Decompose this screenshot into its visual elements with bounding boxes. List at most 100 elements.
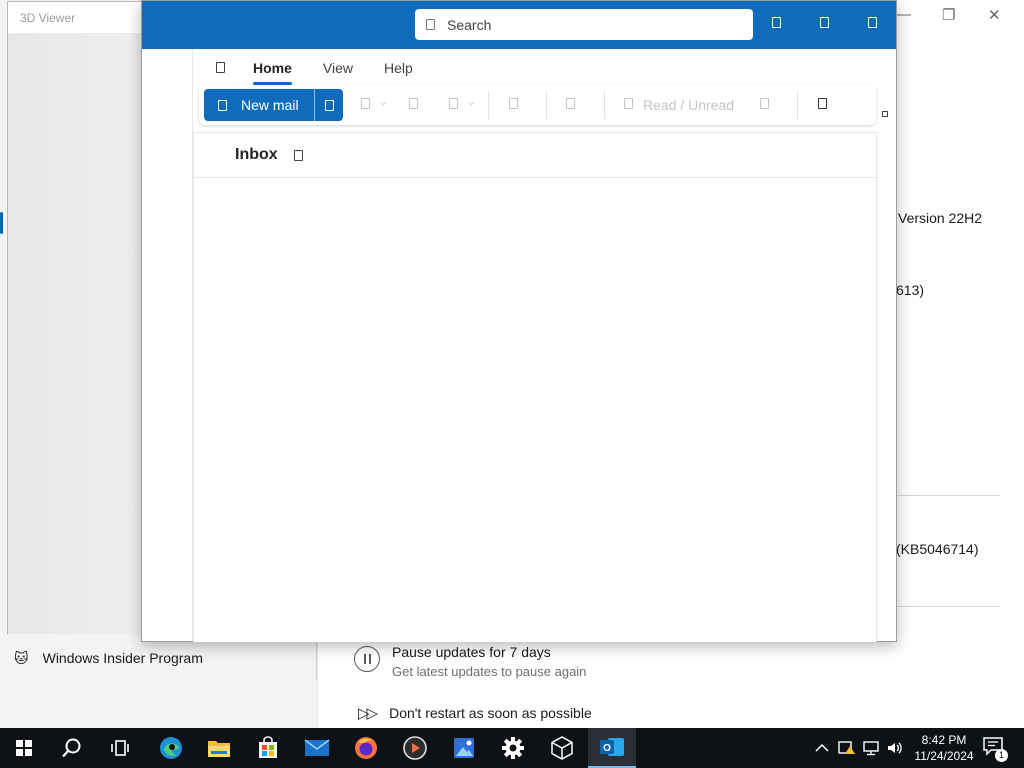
new-mail-button[interactable]: New mail (204, 89, 343, 121)
media-player-icon (403, 736, 427, 760)
clock-date: 11/24/2024 (914, 749, 974, 763)
nav-selection-indicator (0, 212, 3, 234)
search-input[interactable]: Search (415, 9, 753, 40)
window-title: 3D Viewer (8, 2, 151, 34)
task-view-button[interactable] (96, 728, 144, 768)
fast-forward-icon: ▷▷ (358, 705, 378, 722)
3d-viewer-icon (551, 736, 573, 760)
read-unread-button[interactable]: Read / Unread (643, 97, 734, 113)
security-warning-icon (838, 741, 855, 754)
restart-option-title: Don't restart as soon as possible (389, 705, 592, 721)
taskbar-3d-viewer[interactable] (538, 728, 586, 768)
taskbar-paint[interactable] (440, 728, 488, 768)
divider (896, 495, 1000, 496)
svg-text:O: O (603, 743, 611, 754)
taskbar: O 8:42 PM 11/24/2024 1 (0, 728, 1024, 768)
restart-option[interactable]: ▷▷ Don't restart as soon as possible (358, 704, 592, 722)
folder-title: Inbox (235, 146, 278, 163)
file-explorer-icon (208, 741, 230, 757)
outlook-titlebar: Search (142, 1, 896, 49)
pause-icon (354, 646, 380, 672)
notification-center-button[interactable]: 1 (982, 736, 1008, 762)
sidebar-item-label: Windows Insider Program (42, 650, 203, 666)
show-hidden-icons[interactable] (815, 728, 829, 768)
taskbar-store[interactable] (244, 728, 292, 768)
tab-home[interactable]: Home (253, 58, 292, 85)
pane-divider (316, 640, 317, 680)
pause-updates-subtitle: Get latest updates to pause again (392, 664, 587, 679)
3d-viewer-window[interactable]: 3D Viewer (7, 1, 152, 634)
search-placeholder: Search (447, 16, 492, 33)
pause-updates-option[interactable]: Pause updates for 7 days Get latest upda… (354, 644, 586, 679)
divider (896, 606, 1000, 607)
chevron-down-icon[interactable]: ⌄ (379, 95, 388, 108)
close-icon[interactable] (868, 17, 877, 28)
mail-icon (304, 739, 330, 756)
edge-icon (160, 737, 182, 759)
search-icon (62, 738, 81, 758)
settings-icon (502, 737, 524, 759)
compose-icon (218, 99, 227, 111)
ribbon-overflow-icon[interactable] (882, 111, 888, 117)
taskbar-search-button[interactable] (48, 728, 96, 768)
reply-icon[interactable] (566, 98, 575, 109)
taskbar-edge[interactable] (147, 728, 195, 768)
insider-cat-icon: 🐱 (14, 649, 29, 666)
network-icon (863, 741, 879, 756)
chevron-up-icon (815, 743, 829, 752)
sidebar-item-windows-insider[interactable]: 🐱 Windows Insider Program (14, 646, 203, 670)
start-button[interactable] (0, 728, 48, 768)
archive-icon[interactable] (409, 98, 418, 109)
move-icon[interactable] (509, 98, 518, 109)
clock-time: 8:42 PM (921, 733, 967, 747)
taskbar-clock[interactable]: 8:42 PM 11/24/2024 (906, 732, 982, 764)
ribbon-toolbar: New mail ⌄ ⌄ Read / Unread (199, 85, 876, 125)
minimize-icon[interactable] (772, 17, 781, 28)
tray-network[interactable] (862, 728, 880, 768)
settings-caption-buttons: — ❐ ✕ (894, 0, 1024, 32)
taskbar-firefox[interactable] (342, 728, 390, 768)
minimize-icon[interactable]: — (896, 6, 911, 23)
read-unread-icon[interactable] (624, 98, 633, 109)
chevron-down-icon[interactable]: ⌄ (467, 95, 476, 108)
report-icon[interactable] (449, 98, 458, 109)
message-list: Inbox (193, 132, 877, 642)
build-number-fragment: 613) (896, 282, 925, 298)
outlook-window: Search Home View Help New mail ⌄ ⌄ Read … (141, 0, 897, 642)
tray-volume[interactable] (886, 728, 904, 768)
tab-view[interactable]: View (323, 58, 353, 76)
new-mail-dropdown[interactable] (315, 89, 343, 121)
restore-icon[interactable]: ❐ (942, 6, 955, 24)
folder-header: Inbox (194, 133, 876, 178)
app-bar (142, 49, 193, 641)
taskbar-outlook[interactable]: O (588, 728, 636, 768)
favorite-star-icon[interactable] (293, 149, 303, 161)
maximize-icon[interactable] (820, 17, 829, 28)
hamburger-menu-icon[interactable] (216, 61, 225, 73)
more-options-icon[interactable] (818, 98, 827, 109)
tray-security[interactable] (838, 728, 856, 768)
taskbar-mail[interactable] (293, 728, 341, 768)
start-icon (16, 740, 32, 756)
store-icon (259, 736, 277, 758)
firefox-icon (355, 737, 377, 759)
update-kb-fragment: (KB5046714) (896, 541, 979, 557)
flag-icon[interactable] (760, 98, 769, 109)
volume-icon (888, 742, 902, 754)
windows-version-text: Version 22H2 (898, 210, 983, 226)
outlook-icon: O (600, 738, 624, 756)
new-mail-label: New mail (241, 97, 299, 113)
paint-icon (454, 738, 474, 758)
close-icon[interactable]: ✕ (988, 6, 1001, 24)
search-icon (426, 19, 435, 30)
3d-viewer-canvas[interactable] (8, 34, 151, 634)
notification-badge: 1 (995, 749, 1008, 762)
tab-help[interactable]: Help (384, 58, 413, 76)
taskbar-file-explorer[interactable] (195, 728, 243, 768)
chevron-down-icon (324, 99, 334, 111)
taskbar-settings[interactable] (489, 728, 537, 768)
task-view-icon (111, 740, 129, 756)
delete-icon[interactable] (361, 98, 370, 109)
ribbon-tabs: Home View Help (208, 49, 444, 85)
taskbar-media-player[interactable] (391, 728, 439, 768)
